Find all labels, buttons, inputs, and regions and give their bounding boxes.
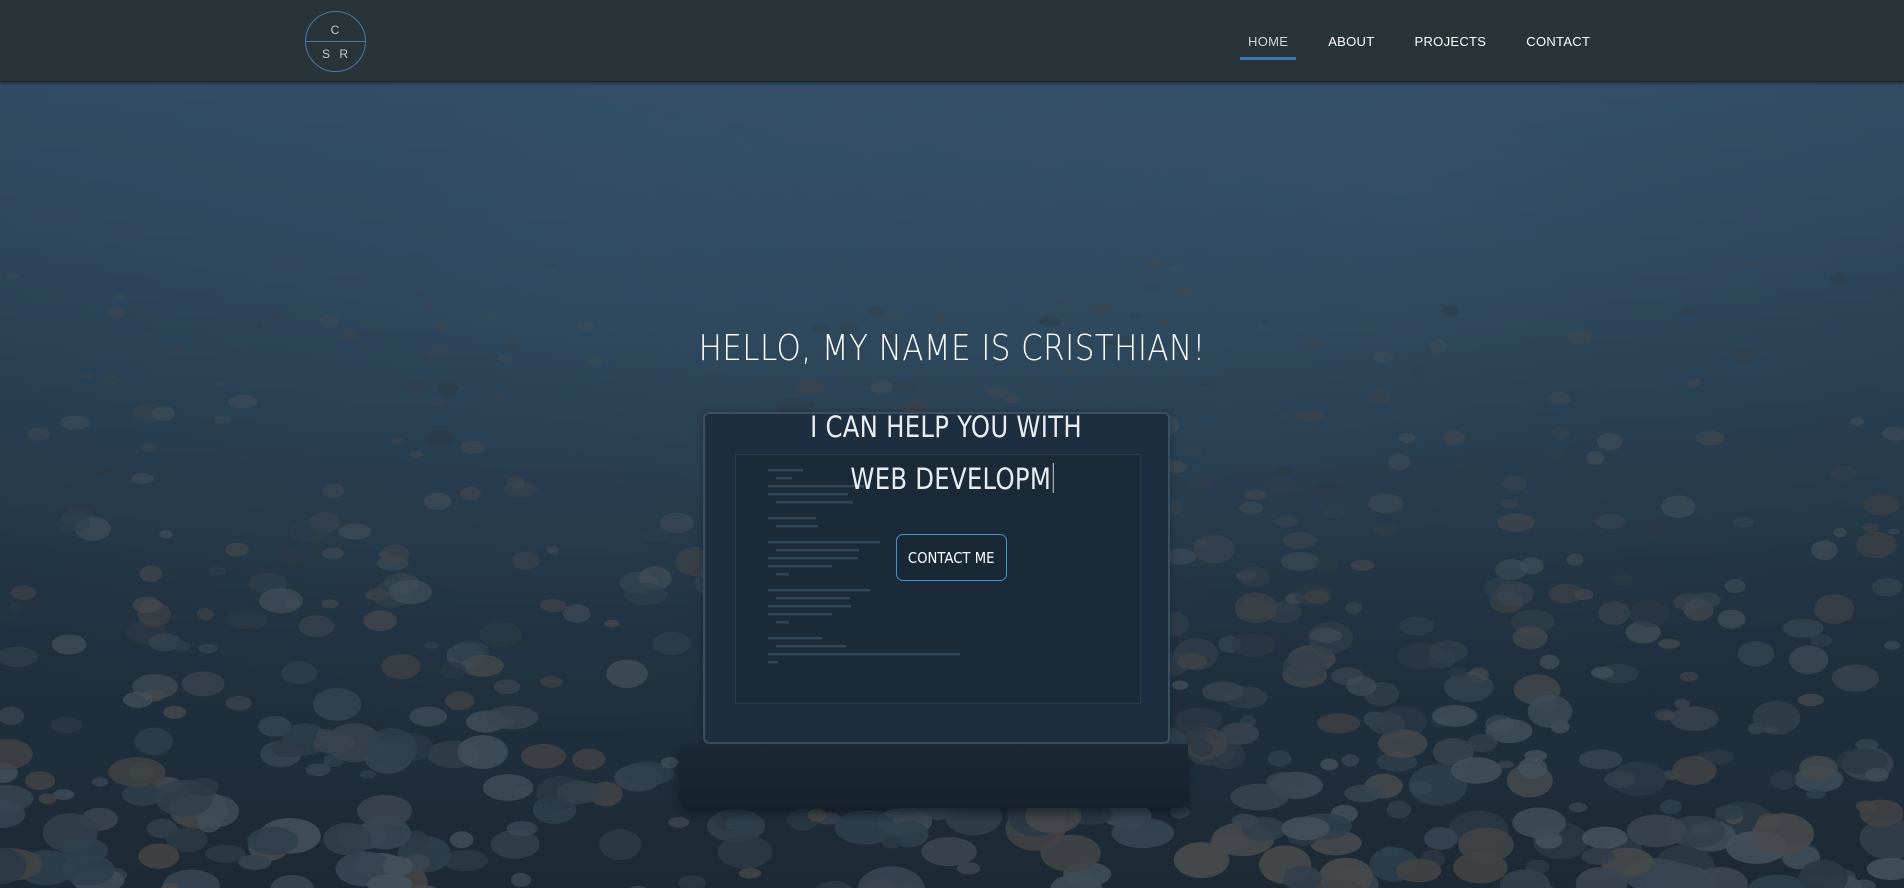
typing-cursor: [1052, 463, 1054, 493]
contact-me-button[interactable]: CONTACT ME: [896, 534, 1007, 581]
logo-bottom-letters: S R: [321, 47, 351, 61]
nav-link-about[interactable]: ABOUT: [1328, 0, 1374, 49]
logo[interactable]: C S R: [305, 11, 366, 72]
nav-link-label: HOME: [1248, 34, 1289, 49]
navbar: C S R HOME ABOUT PROJECTS CONTACT: [0, 0, 1904, 82]
hero-subtitle-line1: I CAN HELP YOU WITH: [810, 410, 1082, 444]
logo-divider: [306, 41, 365, 42]
hero-title: HELLO, MY NAME IS CRISTHIAN!: [698, 328, 1206, 369]
nav-menu: HOME ABOUT PROJECTS CONTACT: [1240, 0, 1630, 82]
nav-link-projects[interactable]: PROJECTS: [1415, 0, 1487, 49]
logo-top-letter: C: [330, 23, 343, 37]
nav-link-contact[interactable]: CONTACT: [1526, 0, 1590, 49]
nav-link-label: ABOUT: [1328, 34, 1375, 49]
nav-link-label: PROJECTS: [1414, 34, 1487, 49]
hero-section: HELLO, MY NAME IS CRISTHIAN! I CAN HELP …: [0, 82, 1904, 888]
typing-text: WEB DEVELOPM: [850, 462, 1052, 496]
contact-me-label: CONTACT ME: [908, 548, 995, 567]
hero-subtitle-line2: WEB DEVELOPM: [152, 462, 1751, 496]
active-nav-indicator: [1240, 57, 1297, 60]
nav-link-home[interactable]: HOME: [1240, 0, 1297, 60]
nav-link-label: CONTACT: [1526, 34, 1591, 49]
